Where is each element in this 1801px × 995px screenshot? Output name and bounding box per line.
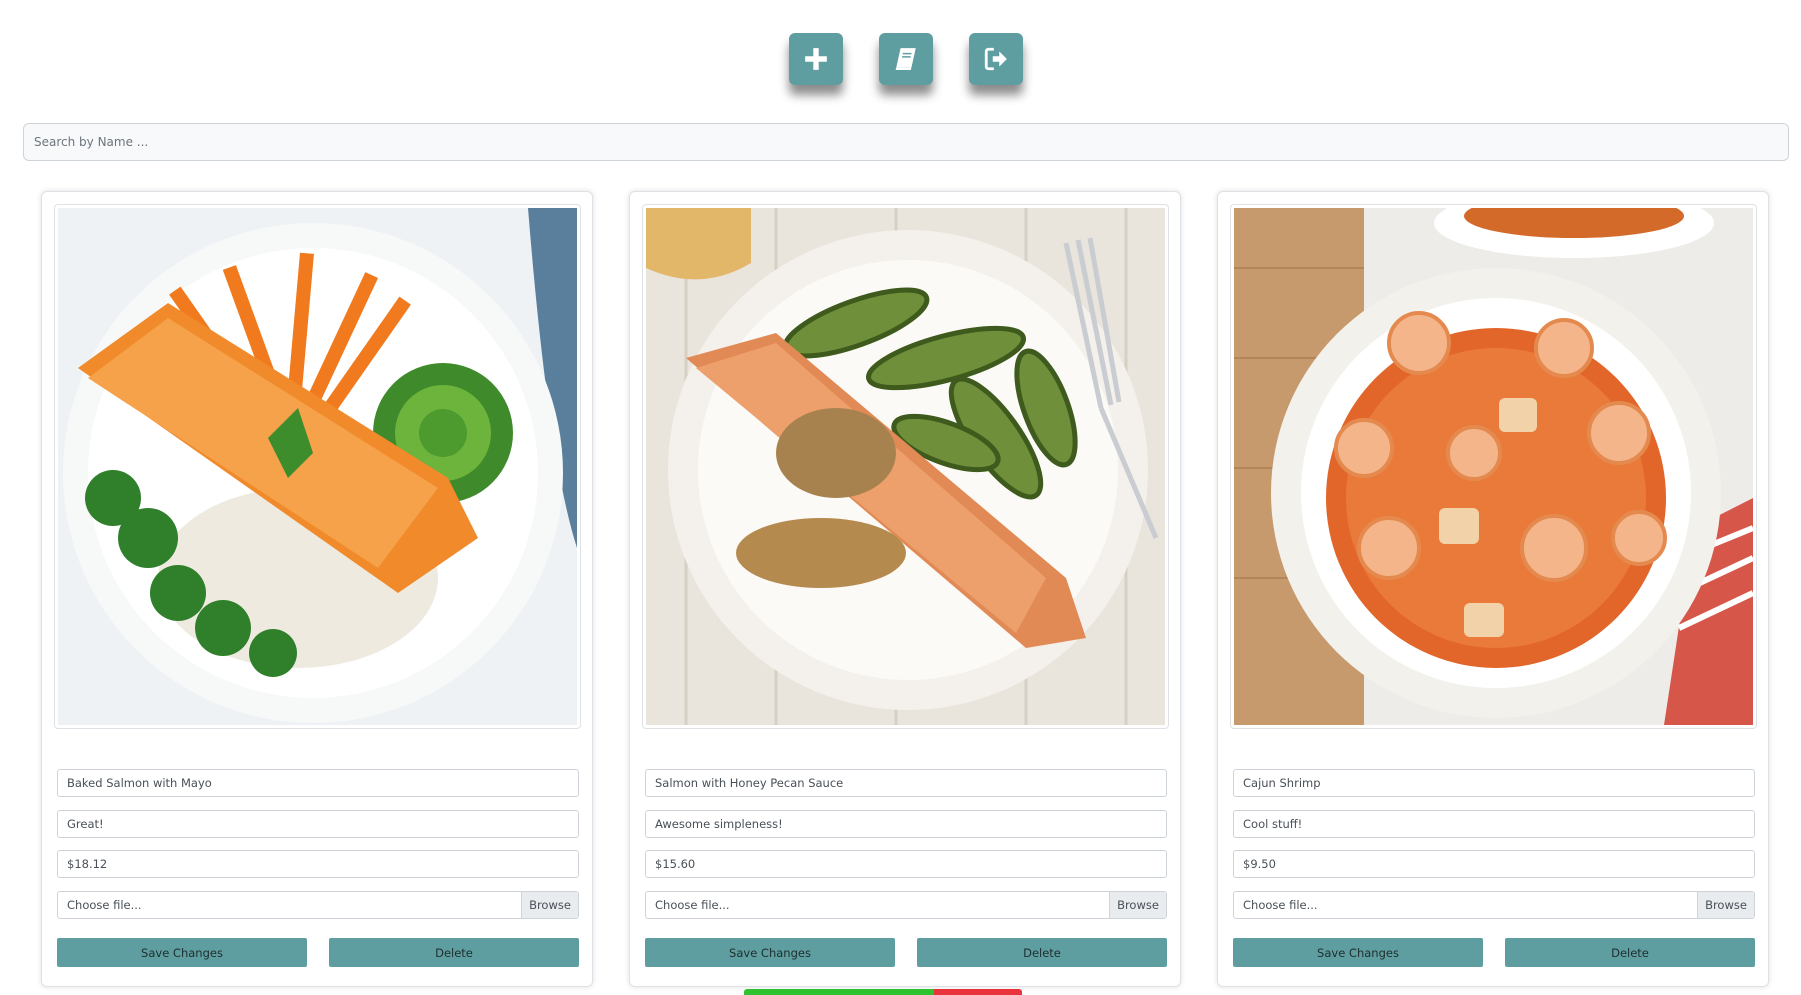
image-file-input[interactable]: Choose file... Browse [57, 891, 579, 919]
browse-button[interactable]: Browse [521, 892, 578, 918]
dish-name-input[interactable] [1233, 769, 1755, 797]
save-changes-button[interactable]: Save Changes [57, 938, 307, 967]
file-input-label: Choose file... [1243, 898, 1318, 912]
status-error-bar [934, 989, 1022, 995]
dish-image [1230, 204, 1757, 729]
menu-book-button[interactable] [879, 33, 933, 85]
book-icon [895, 48, 916, 71]
dish-description-input[interactable] [1233, 810, 1755, 838]
dish-name-input[interactable] [57, 769, 579, 797]
dish-name-input[interactable] [645, 769, 1167, 797]
save-changes-button[interactable]: Save Changes [1233, 938, 1483, 967]
browse-button[interactable]: Browse [1697, 892, 1754, 918]
add-dish-button[interactable] [789, 33, 843, 85]
dish-price-input[interactable] [645, 850, 1167, 878]
file-input-label: Choose file... [655, 898, 730, 912]
browse-button[interactable]: Browse [1109, 892, 1166, 918]
dish-card: Choose file... Browse Save Changes Delet… [41, 191, 593, 987]
plus-icon [805, 48, 827, 70]
sign-out-icon [984, 47, 1007, 71]
dish-card: Choose file... Browse Save Changes Delet… [629, 191, 1181, 987]
dish-price-input[interactable] [57, 850, 579, 878]
delete-button[interactable]: Delete [917, 938, 1167, 967]
top-toolbar [0, 33, 1801, 89]
dish-image [642, 204, 1169, 729]
delete-button[interactable]: Delete [1505, 938, 1755, 967]
search-input[interactable] [23, 123, 1789, 161]
status-ok-bar [744, 989, 934, 995]
dish-description-input[interactable] [645, 810, 1167, 838]
image-file-input[interactable]: Choose file... Browse [1233, 891, 1755, 919]
dish-price-input[interactable] [1233, 850, 1755, 878]
dish-description-input[interactable] [57, 810, 579, 838]
delete-button[interactable]: Delete [329, 938, 579, 967]
logout-button[interactable] [969, 33, 1023, 85]
status-toast-strip [744, 989, 1022, 995]
dish-card: Choose file... Browse Save Changes Delet… [1217, 191, 1769, 987]
file-input-label: Choose file... [67, 898, 142, 912]
dish-image [54, 204, 581, 729]
save-changes-button[interactable]: Save Changes [645, 938, 895, 967]
image-file-input[interactable]: Choose file... Browse [645, 891, 1167, 919]
